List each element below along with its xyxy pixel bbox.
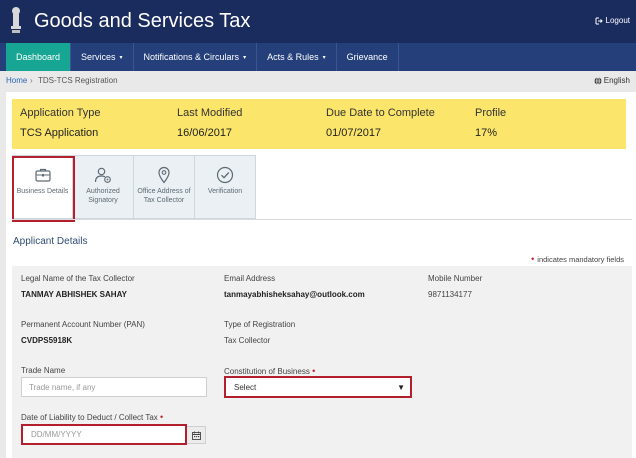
- constitution-label-text: Constitution of Business: [224, 367, 310, 376]
- main-nav: Dashboard Services ▾ Notifications & Cir…: [0, 43, 636, 71]
- application-type-label: Application Type: [20, 107, 101, 119]
- application-summary-banner: Application Type Last Modified Due Date …: [12, 99, 626, 149]
- selected-tab-highlight: [12, 156, 75, 222]
- calendar-icon: [191, 431, 201, 440]
- mandatory-note-text: indicates mandatory fields: [537, 254, 624, 264]
- application-type-value: TCS Application: [20, 127, 99, 139]
- chevron-down-icon: ▾: [119, 54, 123, 61]
- profile-value: 17%: [475, 127, 498, 139]
- check-circle-icon: [216, 166, 234, 184]
- breadcrumb-home[interactable]: Home: [6, 76, 27, 85]
- tab-office-address[interactable]: Office Address of Tax Collector: [134, 155, 195, 219]
- required-marker: •: [160, 412, 164, 422]
- registration-type-value: Tax Collector: [224, 336, 271, 345]
- nav-acts-rules[interactable]: Acts & Rules ▾: [257, 43, 337, 71]
- tabs-divider: [12, 219, 632, 220]
- constitution-selected: Select: [234, 382, 257, 392]
- user-settings-icon: [94, 167, 111, 183]
- chevron-down-icon: ▾: [322, 54, 326, 61]
- tab-verification-label: Verification: [207, 188, 243, 195]
- email-value: tanmayabhisheksahay@outlook.com: [224, 290, 365, 299]
- tab-verification[interactable]: Verification: [195, 155, 256, 219]
- nav-services-label: Services: [81, 52, 116, 62]
- logout-label: Logout: [605, 16, 630, 25]
- mandatory-note: • indicates mandatory fields: [531, 254, 624, 264]
- breadcrumb-current: TDS-TCS Registration: [38, 76, 118, 85]
- trade-name-input[interactable]: Trade name, if any: [21, 377, 207, 397]
- pan-label: Permanent Account Number (PAN): [21, 320, 145, 329]
- liability-date-label: Date of Liability to Deduct / Collect Ta…: [21, 412, 163, 422]
- location-pin-icon: [158, 166, 170, 184]
- calendar-button[interactable]: [187, 426, 206, 444]
- tab-authorized-signatory-label: Authorized Signatory: [86, 188, 120, 204]
- required-marker: •: [312, 366, 316, 376]
- trade-name-label: Trade Name: [21, 366, 66, 375]
- liability-date-placeholder: DD/MM/YYYY: [31, 430, 82, 439]
- liability-date-label-text: Date of Liability to Deduct / Collect Ta…: [21, 413, 158, 422]
- national-emblem-icon: [11, 7, 21, 33]
- nav-grievance[interactable]: Grievance: [337, 43, 399, 71]
- logout-button[interactable]: Logout: [595, 16, 630, 25]
- mobile-value: 9871134177: [428, 290, 472, 299]
- required-marker: •: [531, 254, 535, 264]
- nav-grievance-label: Grievance: [346, 52, 388, 62]
- registration-type-label: Type of Registration: [224, 320, 296, 329]
- nav-services[interactable]: Services ▾: [71, 43, 134, 71]
- nav-dashboard[interactable]: Dashboard: [6, 43, 71, 71]
- due-date-label: Due Date to Complete: [326, 107, 435, 119]
- pan-value: CVDPS5918K: [21, 336, 73, 345]
- email-label: Email Address: [224, 274, 276, 283]
- site-title: Goods and Services Tax: [34, 10, 251, 32]
- language-label: English: [603, 76, 630, 85]
- legal-name-label: Legal Name of the Tax Collector: [21, 274, 135, 283]
- chevron-down-icon: ▾: [243, 54, 247, 61]
- constitution-label: Constitution of Business •: [224, 366, 315, 376]
- nav-notifications-label: Notifications & Circulars: [143, 52, 240, 62]
- mobile-label: Mobile Number: [428, 274, 483, 283]
- profile-label: Profile: [475, 107, 507, 119]
- trade-name-placeholder: Trade name, if any: [29, 382, 96, 392]
- applicant-details-panel: Legal Name of the Tax Collector TANMAY A…: [12, 266, 632, 458]
- liability-date-input[interactable]: DD/MM/YYYY: [21, 424, 187, 445]
- language-selector[interactable]: English: [594, 76, 630, 85]
- site-header: Goods and Services Tax Logout: [0, 0, 636, 43]
- nav-notifications[interactable]: Notifications & Circulars ▾: [134, 43, 258, 71]
- legal-name-value: TANMAY ABHISHEK SAHAY: [21, 290, 127, 299]
- last-modified-label: Last Modified: [177, 107, 243, 119]
- tab-office-address-label: Office Address of Tax Collector: [137, 188, 191, 204]
- breadcrumb: Home › TDS-TCS Registration English: [0, 71, 636, 90]
- nav-acts-rules-label: Acts & Rules: [267, 52, 319, 62]
- last-modified-value: 16/06/2017: [177, 127, 233, 139]
- nav-dashboard-label: Dashboard: [15, 52, 61, 62]
- chevron-down-icon: ▼: [397, 383, 405, 392]
- globe-icon: [594, 76, 602, 85]
- tab-authorized-signatory[interactable]: Authorized Signatory: [73, 155, 134, 219]
- due-date-value: 01/07/2017: [326, 127, 382, 139]
- section-title: Applicant Details: [13, 236, 88, 247]
- logout-icon: [595, 17, 603, 24]
- constitution-select[interactable]: Select ▼: [224, 376, 412, 398]
- main-content: Application Type Last Modified Due Date …: [6, 92, 636, 458]
- breadcrumb-separator: ›: [30, 76, 33, 85]
